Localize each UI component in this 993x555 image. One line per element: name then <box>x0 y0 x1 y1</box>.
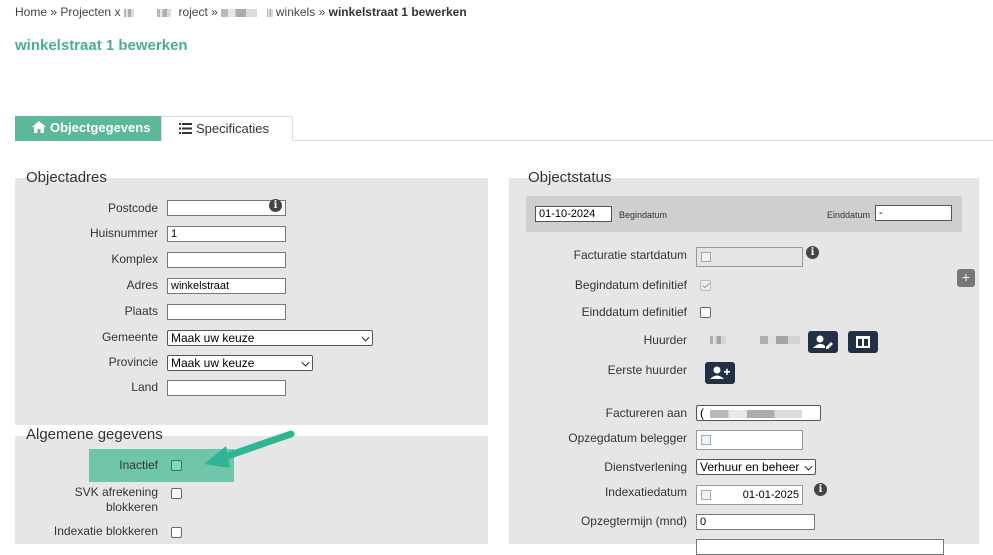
huurder-label: Huurder <box>643 333 687 347</box>
redacted-text <box>760 336 800 344</box>
postcode-label: Postcode <box>107 201 158 215</box>
begindatum-input[interactable]: 01-10-2024 <box>535 206 612 222</box>
plaats-label: Plaats <box>124 304 158 318</box>
edit-huurder-button[interactable] <box>808 331 838 353</box>
komplex-label: Komplex <box>111 252 158 266</box>
calendar-icon <box>701 252 711 262</box>
begindatum-definitief-label: Begindatum definitief <box>574 278 687 292</box>
opzegtermijn-label: Opzegtermijn (mnd) <box>580 514 687 528</box>
huisnummer-input[interactable]: 1 <box>167 226 286 242</box>
user-edit-icon <box>813 335 833 349</box>
eerste-huurder-label: Eerste huurder <box>607 363 687 377</box>
facturatie-startdatum-label: Facturatie startdatum <box>573 248 687 262</box>
huisnummer-label: Huisnummer <box>89 226 158 240</box>
land-label: Land <box>131 380 158 394</box>
arrow-annotation <box>204 430 295 468</box>
postcode-input[interactable] <box>167 200 286 216</box>
add-button[interactable]: + <box>957 269 975 287</box>
indexatiedatum-input[interactable]: 01-01-2025 <box>696 485 803 505</box>
tab-specificaties[interactable]: Specificaties <box>161 116 293 141</box>
info-icon[interactable]: i <box>806 246 819 259</box>
begindatum-label: Begindatum <box>619 210 668 220</box>
inactief-label: Inactief <box>119 458 158 472</box>
svk-afrekening-label: SVK afrekening blokkeren <box>74 485 158 514</box>
tab-bar: Objectgegevens Specificaties <box>15 116 993 141</box>
factureren-aan-label: Factureren aan <box>605 406 687 420</box>
add-eerste-huurder-button[interactable] <box>705 362 735 384</box>
indexatie-blokkeren-checkbox[interactable] <box>171 527 182 538</box>
einddatum-definitief-checkbox[interactable] <box>700 307 711 318</box>
redacted-text <box>710 409 802 418</box>
algemene-title: Algemene gegevens <box>26 426 163 443</box>
gemeente-select[interactable]: Maak uw keuze <box>167 330 373 346</box>
breadcrumb: Home » Projecten x roject » winkels » wi… <box>15 5 467 19</box>
objectadres-title: Objectadres <box>26 169 107 186</box>
gemeente-label: Gemeente <box>101 330 158 344</box>
facturatie-startdatum-input[interactable] <box>696 247 803 267</box>
breadcrumb-current: winkelstraat 1 bewerken <box>328 5 467 19</box>
redacted-text <box>266 8 273 17</box>
columns-icon <box>856 336 870 348</box>
plaats-input[interactable] <box>167 304 286 320</box>
opzegdatum-belegger-input[interactable] <box>696 430 803 450</box>
redacted-text <box>123 8 134 17</box>
redacted-text <box>710 336 726 344</box>
adres-label: Adres <box>126 278 158 292</box>
provincie-label: Provincie <box>108 355 158 369</box>
tab-objectgegevens[interactable]: Objectgegevens <box>15 116 161 141</box>
opzegtermijn-input[interactable]: 0 <box>696 514 815 530</box>
next-field-input[interactable] <box>696 539 944 555</box>
breadcrumb-winkels[interactable]: winkels <box>276 5 315 19</box>
indexatie-blokkeren-label: Indexatie blokkeren <box>53 524 158 538</box>
breadcrumb-home[interactable]: Home <box>15 5 47 19</box>
info-icon[interactable]: i <box>269 199 282 212</box>
einddatum-label: Einddatum <box>826 210 870 220</box>
chevron-down-icon <box>361 333 370 342</box>
land-input[interactable] <box>167 380 286 396</box>
columns-button[interactable] <box>848 331 878 353</box>
calendar-icon <box>701 435 711 445</box>
chevron-down-icon <box>804 462 813 471</box>
inactief-checkbox[interactable] <box>171 460 182 471</box>
einddatum-definitief-label: Einddatum definitief <box>581 305 687 319</box>
calendar-icon <box>701 490 711 500</box>
svk-afrekening-checkbox[interactable] <box>171 488 182 499</box>
objectstatus-title: Objectstatus <box>528 169 612 186</box>
redacted-text <box>221 8 258 17</box>
dienstverlening-label: Dienstverlening <box>604 460 687 474</box>
begindatum-definitief-checkbox[interactable] <box>700 280 711 291</box>
redacted-text <box>157 8 172 17</box>
home-icon <box>32 121 46 133</box>
list-icon <box>179 123 192 134</box>
page-title: winkelstraat 1 bewerken <box>15 37 188 54</box>
chevron-down-icon <box>301 358 310 367</box>
provincie-select[interactable]: Maak uw keuze <box>167 355 313 371</box>
opzegdatum-belegger-label: Opzegdatum belegger <box>568 431 687 445</box>
user-plus-icon <box>710 366 730 379</box>
factureren-aan-select[interactable]: ( <box>696 405 821 421</box>
komplex-input[interactable] <box>167 252 286 268</box>
indexatiedatum-label: Indexatiedatum <box>604 485 687 499</box>
breadcrumb-project[interactable]: roject <box>178 5 207 19</box>
info-icon[interactable]: i <box>814 483 827 496</box>
breadcrumb-projects[interactable]: Projecten <box>60 5 111 19</box>
adres-input[interactable]: winkelstraat <box>167 278 286 294</box>
einddatum-input[interactable]: - <box>875 205 952 221</box>
dienstverlening-select[interactable]: Verhuur en beheer <box>696 459 816 475</box>
